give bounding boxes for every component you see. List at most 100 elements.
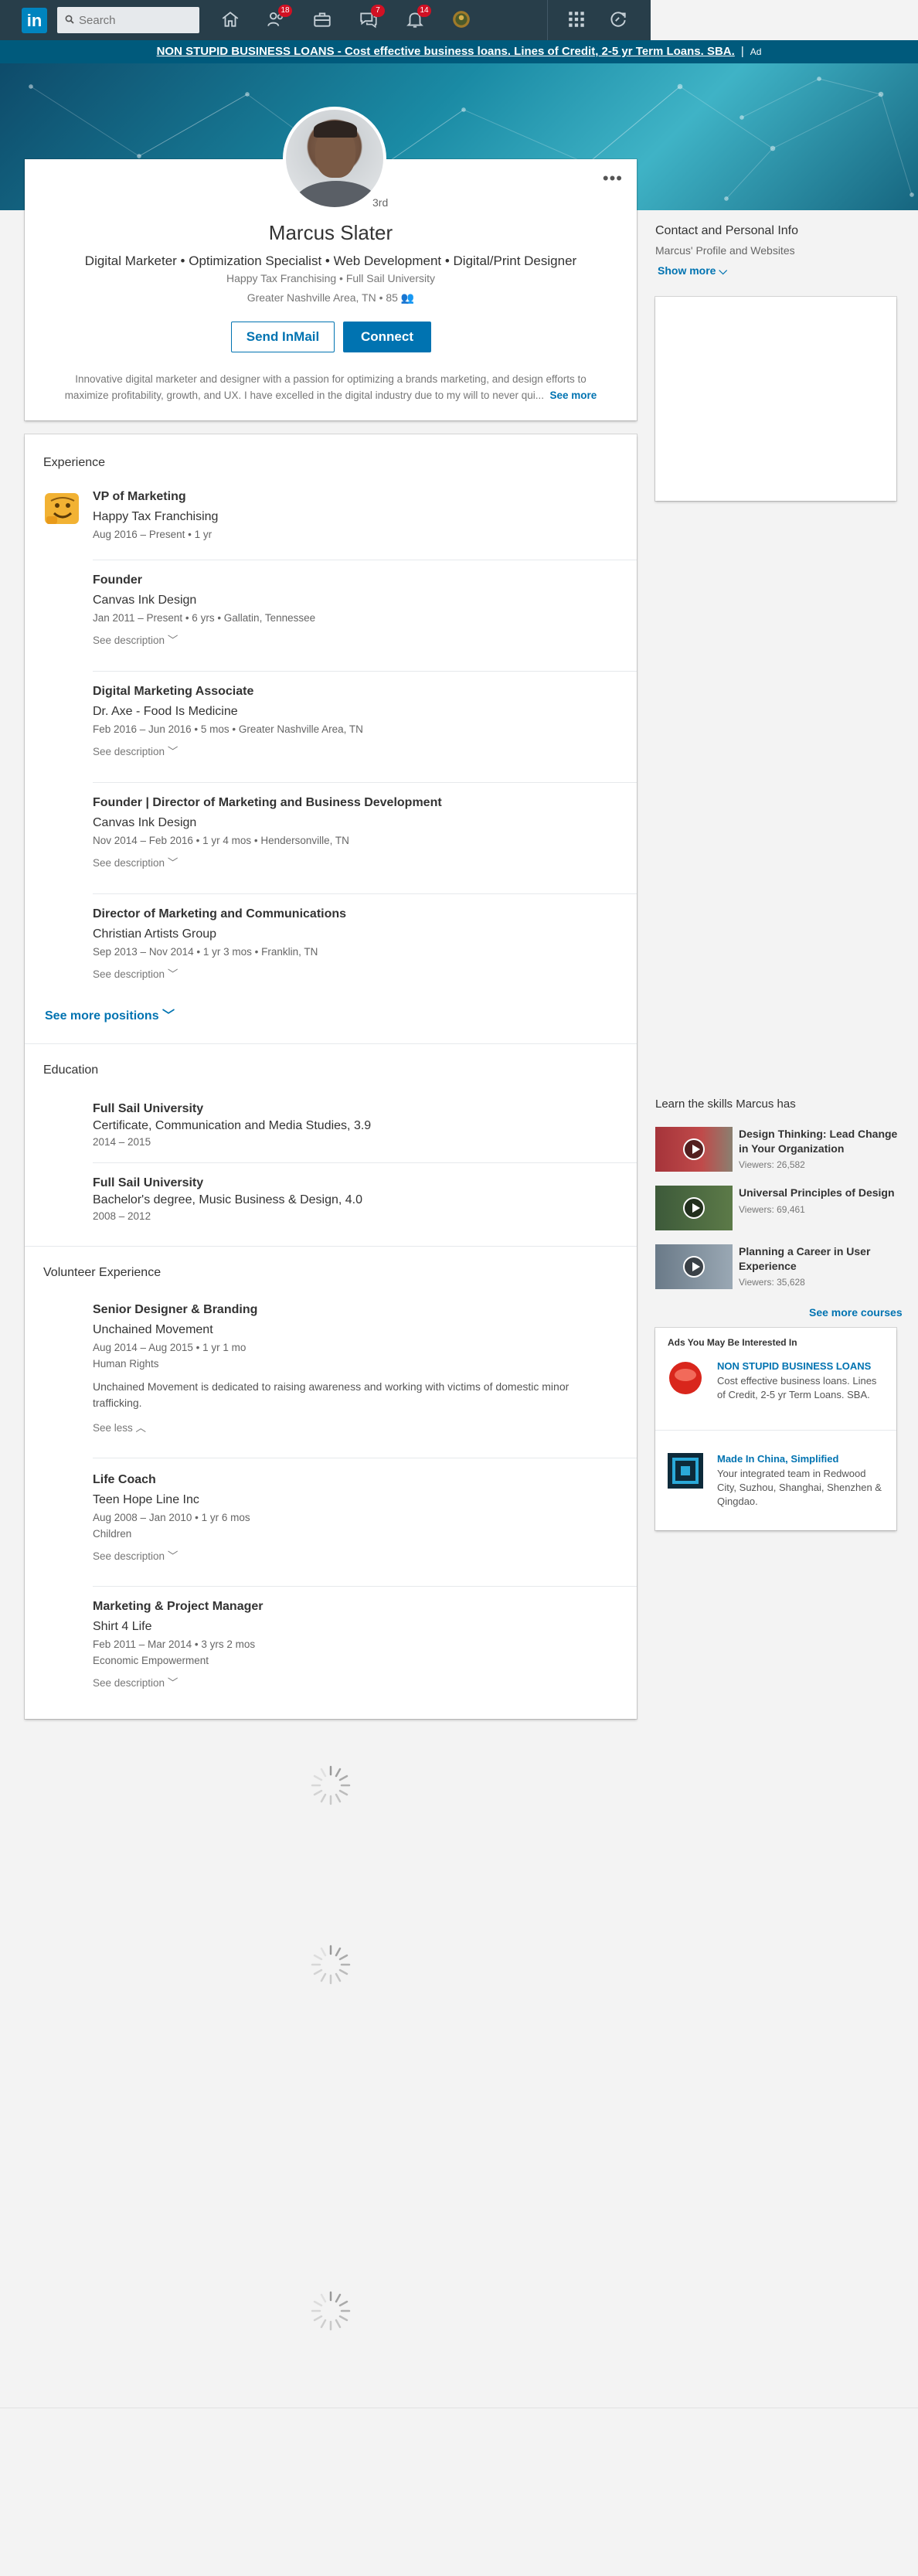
school-name[interactable]: Full Sail University bbox=[93, 1176, 362, 1190]
experience-item[interactable]: Founder | Director of Marketing and Busi… bbox=[93, 796, 442, 869]
premium-icon[interactable] bbox=[608, 9, 631, 31]
position-company: Happy Tax Franchising bbox=[93, 510, 219, 523]
volunteer-cause: Human Rights bbox=[93, 1358, 159, 1370]
course-item[interactable]: Design Thinking: Lead Change in Your Org… bbox=[655, 1127, 903, 1175]
see-description-toggle[interactable]: See description ﹀ bbox=[93, 631, 315, 647]
chevron-up-icon: ︿ bbox=[135, 1422, 147, 1434]
see-description-toggle[interactable]: See description ﹀ bbox=[93, 1547, 250, 1563]
position-title[interactable]: Director of Marketing and Communications bbox=[93, 907, 346, 921]
experience-item[interactable]: Founder Canvas Ink Design Jan 2011 – Pre… bbox=[93, 573, 315, 647]
education-dates: 2008 – 2012 bbox=[93, 1210, 151, 1222]
notifications-badge: 14 bbox=[417, 5, 431, 17]
profile-photo[interactable] bbox=[283, 107, 386, 210]
chevron-down-icon: ﹀ bbox=[167, 635, 178, 646]
messaging-badge: 7 bbox=[371, 5, 385, 17]
more-actions-icon[interactable]: ••• bbox=[603, 170, 623, 187]
connection-degree: 3rd bbox=[372, 196, 389, 209]
chevron-down-icon: ﹀ bbox=[162, 1009, 175, 1023]
see-description-toggle[interactable]: See description ﹀ bbox=[93, 854, 442, 869]
chevron-down-icon: ﹀ bbox=[167, 746, 178, 757]
show-more-contact-link[interactable]: Show more ⌵ bbox=[658, 264, 727, 277]
right-rail-ad-slot bbox=[655, 297, 896, 501]
position-title[interactable]: VP of Marketing bbox=[93, 490, 218, 504]
position-company: Canvas Ink Design bbox=[93, 816, 197, 829]
education-dates: 2014 – 2015 bbox=[93, 1136, 151, 1148]
volunteer-description-line-1: Unchained Movement is dedicated to raisi… bbox=[93, 1380, 570, 1393]
linkedin-logo[interactable]: in bbox=[22, 8, 47, 33]
course-item[interactable]: Universal Principles of Design Viewers: … bbox=[655, 1186, 903, 1234]
search-box[interactable] bbox=[57, 7, 199, 33]
ads-card-title: Ads You May Be Interested In bbox=[668, 1337, 797, 1348]
top-navigation-bar: in 18 7 14 bbox=[0, 0, 651, 40]
degree-name: Certificate, Communication and Media Stu… bbox=[93, 1119, 372, 1132]
course-item[interactable]: Planning a Career in User Experience Vie… bbox=[655, 1244, 903, 1292]
ad-name[interactable]: Made In China, Simplified bbox=[717, 1453, 838, 1465]
see-description-label: See description bbox=[93, 635, 165, 646]
education-item[interactable]: Full Sail University Certificate, Commun… bbox=[93, 1102, 371, 1152]
see-description-toggle[interactable]: See description ﹀ bbox=[93, 1674, 264, 1690]
experience-item[interactable]: Digital Marketing Associate Dr. Axe - Fo… bbox=[93, 685, 363, 758]
course-title[interactable]: Universal Principles of Design bbox=[739, 1186, 901, 1200]
education-item[interactable]: Full Sail University Bachelor's degree, … bbox=[93, 1176, 362, 1227]
see-more-positions-link[interactable]: See more positions ﹀ bbox=[45, 1005, 175, 1023]
play-icon bbox=[683, 1138, 705, 1160]
volunteer-cause: Children bbox=[93, 1528, 132, 1540]
see-more-courses-link[interactable]: See more courses bbox=[809, 1306, 903, 1319]
loading-spinner-icon bbox=[311, 1945, 351, 1985]
messaging-icon[interactable]: 7 bbox=[359, 5, 385, 31]
ad-description: Your integrated team in Redwood City, Su… bbox=[717, 1468, 882, 1507]
volunteer-description: Unchained Movement is dedicated to raisi… bbox=[93, 1379, 603, 1411]
ad-name[interactable]: NON STUPID BUSINESS LOANS bbox=[717, 1360, 871, 1372]
ad-description: Cost effective business loans. Lines of … bbox=[717, 1375, 877, 1400]
summary-see-more-link[interactable]: See more bbox=[550, 390, 597, 401]
ads-you-may-be-interested-card: Ads You May Be Interested In NON STUPID … bbox=[655, 1328, 896, 1530]
home-icon[interactable] bbox=[220, 9, 243, 31]
school-name[interactable]: Full Sail University bbox=[93, 1102, 371, 1116]
nav-divider bbox=[547, 0, 548, 40]
grid-icon[interactable] bbox=[566, 9, 590, 31]
position-company: Dr. Axe - Food Is Medicine bbox=[93, 705, 238, 718]
see-less-label: See less bbox=[93, 1422, 133, 1434]
summary-line-2-text: maximize profitability, growth, and UX. … bbox=[64, 390, 544, 401]
my-network-icon[interactable]: 18 bbox=[266, 5, 292, 31]
experience-item[interactable]: VP of Marketing Happy Tax Franchising Au… bbox=[93, 490, 218, 545]
me-avatar-icon[interactable] bbox=[451, 9, 474, 31]
loans-ad-logo bbox=[669, 1362, 702, 1394]
experience-item[interactable]: Director of Marketing and Communications… bbox=[93, 907, 346, 981]
volunteer-role[interactable]: Life Coach bbox=[93, 1473, 250, 1487]
volunteer-role[interactable]: Marketing & Project Manager bbox=[93, 1600, 264, 1614]
position-title[interactable]: Digital Marketing Associate bbox=[93, 685, 363, 699]
jobs-icon[interactable] bbox=[312, 9, 335, 31]
volunteer-dates: Feb 2011 – Mar 2014 • 3 yrs 2 mos bbox=[93, 1638, 256, 1650]
education-section-title: Education bbox=[43, 1063, 99, 1077]
ad-strip-link[interactable]: NON STUPID BUSINESS LOANS - Cost effecti… bbox=[157, 45, 735, 58]
see-less-toggle[interactable]: See less ︿ bbox=[93, 1419, 603, 1434]
see-description-label: See description bbox=[93, 746, 165, 757]
item-divider bbox=[93, 671, 637, 672]
search-input[interactable] bbox=[79, 12, 195, 29]
see-description-toggle[interactable]: See description ﹀ bbox=[93, 743, 363, 758]
see-description-toggle[interactable]: See description ﹀ bbox=[93, 965, 346, 981]
position-title[interactable]: Founder | Director of Marketing and Busi… bbox=[93, 796, 442, 810]
volunteer-item[interactable]: Senior Designer & Branding Unchained Mov… bbox=[93, 1303, 603, 1434]
see-description-label: See description bbox=[93, 1550, 165, 1562]
play-icon bbox=[683, 1197, 705, 1219]
notifications-icon[interactable]: 14 bbox=[405, 5, 431, 31]
section-divider bbox=[25, 1246, 637, 1247]
connect-button[interactable]: Connect bbox=[343, 322, 431, 352]
item-divider bbox=[93, 1162, 637, 1163]
volunteer-item[interactable]: Marketing & Project Manager Shirt 4 Life… bbox=[93, 1600, 264, 1690]
happy-tax-logo bbox=[45, 493, 79, 524]
position-dates: Aug 2016 – Present • 1 yr bbox=[93, 529, 212, 540]
profile-summary: Innovative digital marketer and designer… bbox=[46, 371, 615, 403]
course-viewers: Viewers: 35,628 bbox=[739, 1277, 805, 1288]
volunteer-section-title: Volunteer Experience bbox=[43, 1266, 162, 1279]
volunteer-item[interactable]: Life Coach Teen Hope Line Inc Aug 2008 –… bbox=[93, 1473, 250, 1563]
course-title[interactable]: Design Thinking: Lead Change in Your Org… bbox=[739, 1127, 901, 1156]
position-title[interactable]: Founder bbox=[93, 573, 315, 587]
volunteer-role[interactable]: Senior Designer & Branding bbox=[93, 1303, 603, 1317]
connections-icon: 👥 bbox=[400, 291, 415, 304]
course-title[interactable]: Planning a Career in User Experience bbox=[739, 1244, 901, 1274]
contact-info-subtitle: Marcus' Profile and Websites bbox=[655, 244, 795, 257]
send-inmail-button[interactable]: Send InMail bbox=[231, 322, 335, 352]
